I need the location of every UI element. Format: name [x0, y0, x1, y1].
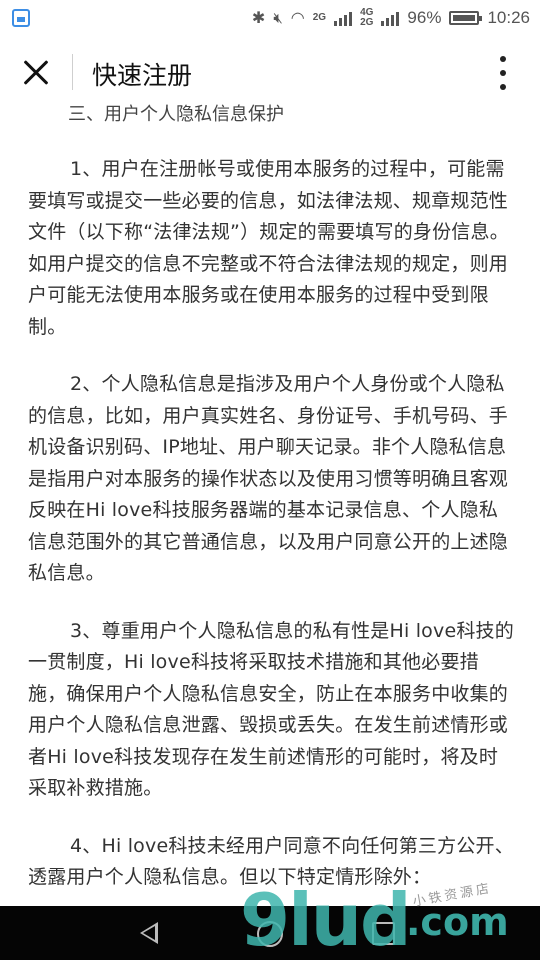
app-header: 快速注册: [0, 36, 540, 106]
signal-1-icon: [334, 10, 353, 26]
more-options-icon[interactable]: [496, 56, 510, 90]
gallery-notification-icon: [12, 9, 30, 27]
network-2g-label: 2G: [312, 12, 327, 23]
system-nav-bar: [0, 906, 540, 960]
bluetooth-icon: ✱: [251, 10, 266, 27]
status-icons: ✱ 🔇︎ ◠ 2G 4G 2G 96% 10:26: [252, 0, 530, 36]
signal-2-icon: [381, 10, 400, 26]
recent-apps-icon[interactable]: [372, 922, 395, 945]
paragraph: 4、Hi love科技未经用户同意不向任何第三方公开、透露用户个人隐私信息。但以…: [28, 834, 514, 889]
back-icon[interactable]: [140, 922, 158, 944]
page-title: 快速注册: [92, 61, 193, 90]
network-4g-label: 4G 2G: [360, 7, 374, 28]
wifi-icon: ◠: [290, 10, 305, 27]
header-divider: [72, 54, 73, 90]
battery-percent: 96%: [407, 8, 442, 27]
battery-icon: [449, 11, 483, 25]
section-title: 三、用户个人隐私信息保护: [68, 104, 284, 125]
status-bar: ✱ 🔇︎ ◠ 2G 4G 2G 96% 10:26: [0, 0, 540, 36]
close-icon[interactable]: [20, 56, 52, 88]
mute-icon: 🔇︎: [273, 9, 283, 27]
clock: 10:26: [487, 8, 530, 27]
agreement-content[interactable]: 三、用户个人隐私信息保护 1、用户在注册帐号或使用本服务的过程中，可能需要填写或…: [28, 102, 516, 894]
paragraph: 2、个人隐私信息是指涉及用户个人身份或个人隐私的信息，比如，用户真实姓名、身份证…: [28, 373, 509, 584]
paragraph: 1、用户在注册帐号或使用本服务的过程中，可能需要填写或提交一些必要的信息，如法律…: [28, 158, 509, 338]
home-icon[interactable]: [257, 921, 283, 947]
paragraph: 3、尊重用户个人隐私信息的私有性是Hi love科技的一贯制度，Hi love科…: [28, 619, 514, 800]
